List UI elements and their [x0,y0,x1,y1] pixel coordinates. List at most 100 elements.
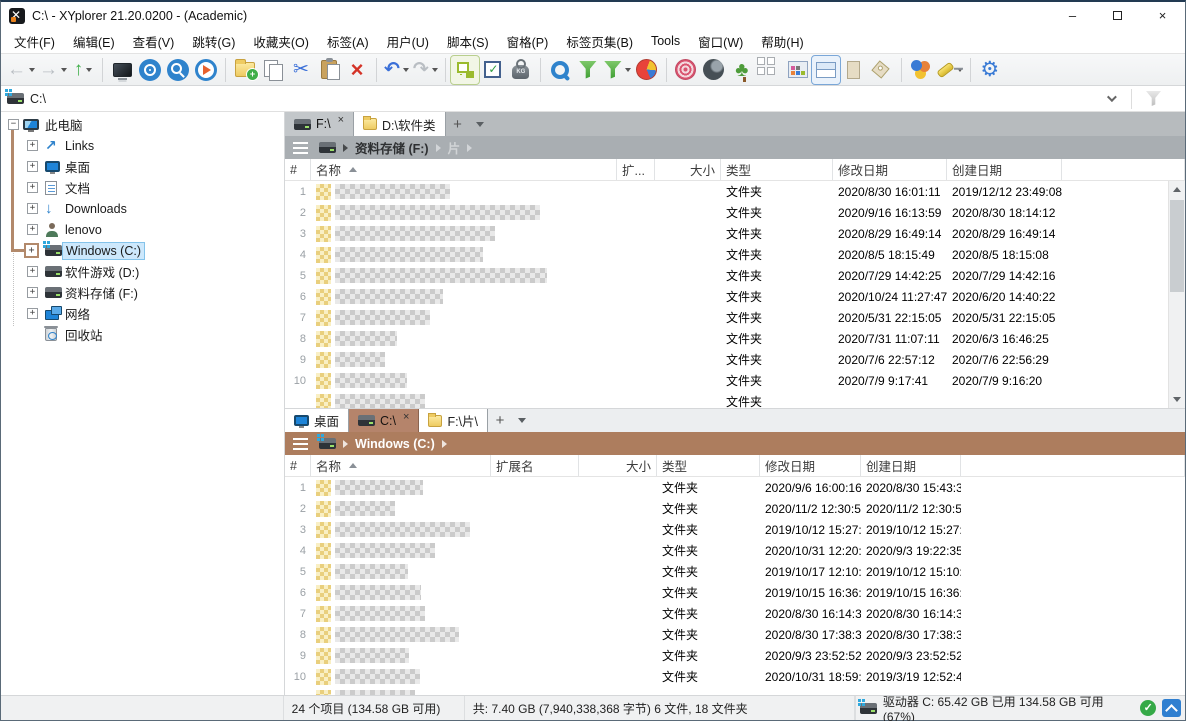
cut-button[interactable]: ✂ [287,56,315,84]
table-row[interactable]: 6文件夹2019/10/15 16:36:242019/10/15 16:36:… [285,582,1185,603]
tag-button[interactable] [868,56,896,84]
tree-item--[interactable]: −此电脑 [1,114,284,135]
stats-pie-button[interactable] [633,56,661,84]
column-header-名称[interactable]: 名称 [311,455,491,476]
tree-expander[interactable]: + [27,266,38,277]
menu-item-8[interactable]: 脚本(S) [438,29,498,53]
scroll-top-button[interactable] [1162,699,1181,717]
forward-button[interactable]: → [37,56,69,84]
scrollbar-thumb[interactable] [1170,200,1184,292]
tree-item-windows-c-[interactable]: +Windows (C:) [1,240,284,261]
menu-item-13[interactable]: 帮助(H) [752,29,812,53]
table-row[interactable]: 3文件夹2020/8/29 16:49:142020/8/29 16:49:14 [285,223,1185,244]
find-button[interactable] [164,56,192,84]
menu-item-4[interactable]: 跳转(G) [183,29,244,53]
tab-list-button[interactable] [512,409,532,432]
up-button[interactable]: ↑ [69,56,97,84]
tab-桌面[interactable]: 桌面 [285,409,349,432]
breadcrumb-segment[interactable]: 资料存储 (F:) [355,138,429,157]
table-row[interactable]: 10文件夹2020/10/31 18:59:502019/3/19 12:52:… [285,666,1185,687]
scroll-down-button[interactable] [1169,391,1185,408]
tree-item--f-[interactable]: +资料存储 (F:) [1,282,284,303]
menu-item-3[interactable]: 查看(V) [124,29,184,53]
column-header-创建日期[interactable]: 创建日期 [947,159,1062,180]
column-header-类型[interactable]: 类型 [721,159,833,180]
tree-expander[interactable]: − [8,119,19,130]
tab-c-[interactable]: C:\× [349,409,419,432]
menu-item-2[interactable]: 编辑(E) [64,29,124,53]
maximize-button[interactable] [1095,2,1140,29]
filter-button[interactable] [574,56,602,84]
tree-item--d-[interactable]: +软件游戏 (D:) [1,261,284,282]
tree-expander[interactable]: + [24,243,39,258]
highlight-roller-button[interactable] [935,56,965,84]
size-weight-button[interactable] [507,56,535,84]
dropdown-caret-icon[interactable] [61,68,67,72]
tree-item-downloads[interactable]: +↓Downloads [1,198,284,219]
table-row[interactable]: 4文件夹2020/8/5 18:15:492020/8/5 18:15:08 [285,244,1185,265]
column-header-大小[interactable]: 大小 [655,159,721,180]
menu-item-12[interactable]: 窗口(W) [689,29,752,53]
tab-close-icon[interactable]: × [403,411,409,423]
table-row[interactable]: 9文件夹2020/9/3 23:52:522020/9/3 23:52:52 [285,645,1185,666]
thumbnails-button[interactable] [756,56,784,84]
table-row[interactable]: 4文件夹2020/10/31 12:20:252020/9/3 19:22:35 [285,540,1185,561]
paste-button[interactable] [315,56,343,84]
refresh-button[interactable] [192,56,220,84]
address-input[interactable]: C:\ [30,92,1097,106]
tab-d-软件类[interactable]: D:\软件类 [354,112,445,136]
menu-item-7[interactable]: 用户(U) [378,29,438,53]
breadcrumb-segment[interactable]: Windows (C:) [355,437,435,451]
new-folder-button[interactable] [231,56,259,84]
table-row[interactable] [285,687,1185,695]
desktop-button[interactable] [108,56,136,84]
column-header-扩...[interactable]: 扩... [617,159,655,180]
tree-expander[interactable]: + [27,308,38,319]
details-view-button[interactable] [784,56,812,84]
breadcrumb-segment[interactable]: 片 [448,138,461,157]
spiral-button[interactable] [672,56,700,84]
table-row[interactable]: 10文件夹2020/7/9 9:17:412020/7/9 9:16:20 [285,370,1185,391]
table-row[interactable]: 5文件夹2020/7/29 14:42:252020/7/29 14:42:16 [285,265,1185,286]
column-header-名称[interactable]: 名称 [311,159,617,180]
color-filter-button[interactable] [907,56,935,84]
dropdown-caret-icon[interactable] [29,68,35,72]
folder-tree-button[interactable]: ♣ [728,56,756,84]
goto-target-button[interactable] [136,56,164,84]
undo-button[interactable]: ↶ [382,56,411,84]
tree-expander[interactable]: + [27,161,38,172]
close-button[interactable]: × [1140,2,1185,29]
table-row[interactable]: 7文件夹2020/8/30 16:14:352020/8/30 16:14:35 [285,603,1185,624]
tree-item-lenovo[interactable]: +lenovo [1,219,284,240]
hamburger-menu-icon[interactable] [293,147,308,149]
hamburger-menu-icon[interactable] [293,443,308,445]
column-header-num[interactable]: # [285,455,311,476]
settings-gear-button[interactable]: ⚙ [976,56,1004,84]
table-row[interactable]: 8文件夹2020/8/30 17:38:342020/8/30 17:38:34 [285,624,1185,645]
delete-button[interactable]: × [343,56,371,84]
address-dropdown-button[interactable] [1097,95,1123,102]
checkbox-mode-button[interactable] [479,56,507,84]
table-row[interactable]: 5文件夹2019/10/17 12:10:292019/10/12 15:10:… [285,561,1185,582]
menu-item-5[interactable]: 收藏夹(O) [244,29,318,53]
tree-item--[interactable]: +桌面 [1,156,284,177]
copy-button[interactable] [259,56,287,84]
vertical-scrollbar[interactable] [1168,181,1185,408]
filter-drop-button[interactable] [602,56,633,84]
table-row[interactable]: 2文件夹2020/9/16 16:13:592020/8/30 18:14:12 [285,202,1185,223]
table-row[interactable]: 9文件夹2020/7/6 22:57:122020/7/6 22:56:29 [285,349,1185,370]
scroll-up-button[interactable] [1169,181,1185,198]
funnel-gray-icon[interactable] [1146,91,1161,106]
column-header-修改日期[interactable]: 修改日期 [760,455,861,476]
tree-item--[interactable]: +网络 [1,303,284,324]
column-header-创建日期[interactable]: 创建日期 [861,455,961,476]
tree-expander[interactable]: + [27,203,38,214]
dropdown-caret-icon[interactable] [625,68,631,72]
menu-item-10[interactable]: 标签页集(B) [557,29,642,53]
tree-item--[interactable]: +文档 [1,177,284,198]
table-row[interactable]: 6文件夹2020/10/24 11:27:472020/6/20 14:40:2… [285,286,1185,307]
new-tab-button[interactable]: + [488,409,512,432]
table-row[interactable]: 1文件夹2020/9/6 16:00:162020/8/30 15:43:31 [285,477,1185,498]
tree-expander[interactable]: + [27,140,38,151]
dropdown-caret-icon[interactable] [403,68,409,72]
